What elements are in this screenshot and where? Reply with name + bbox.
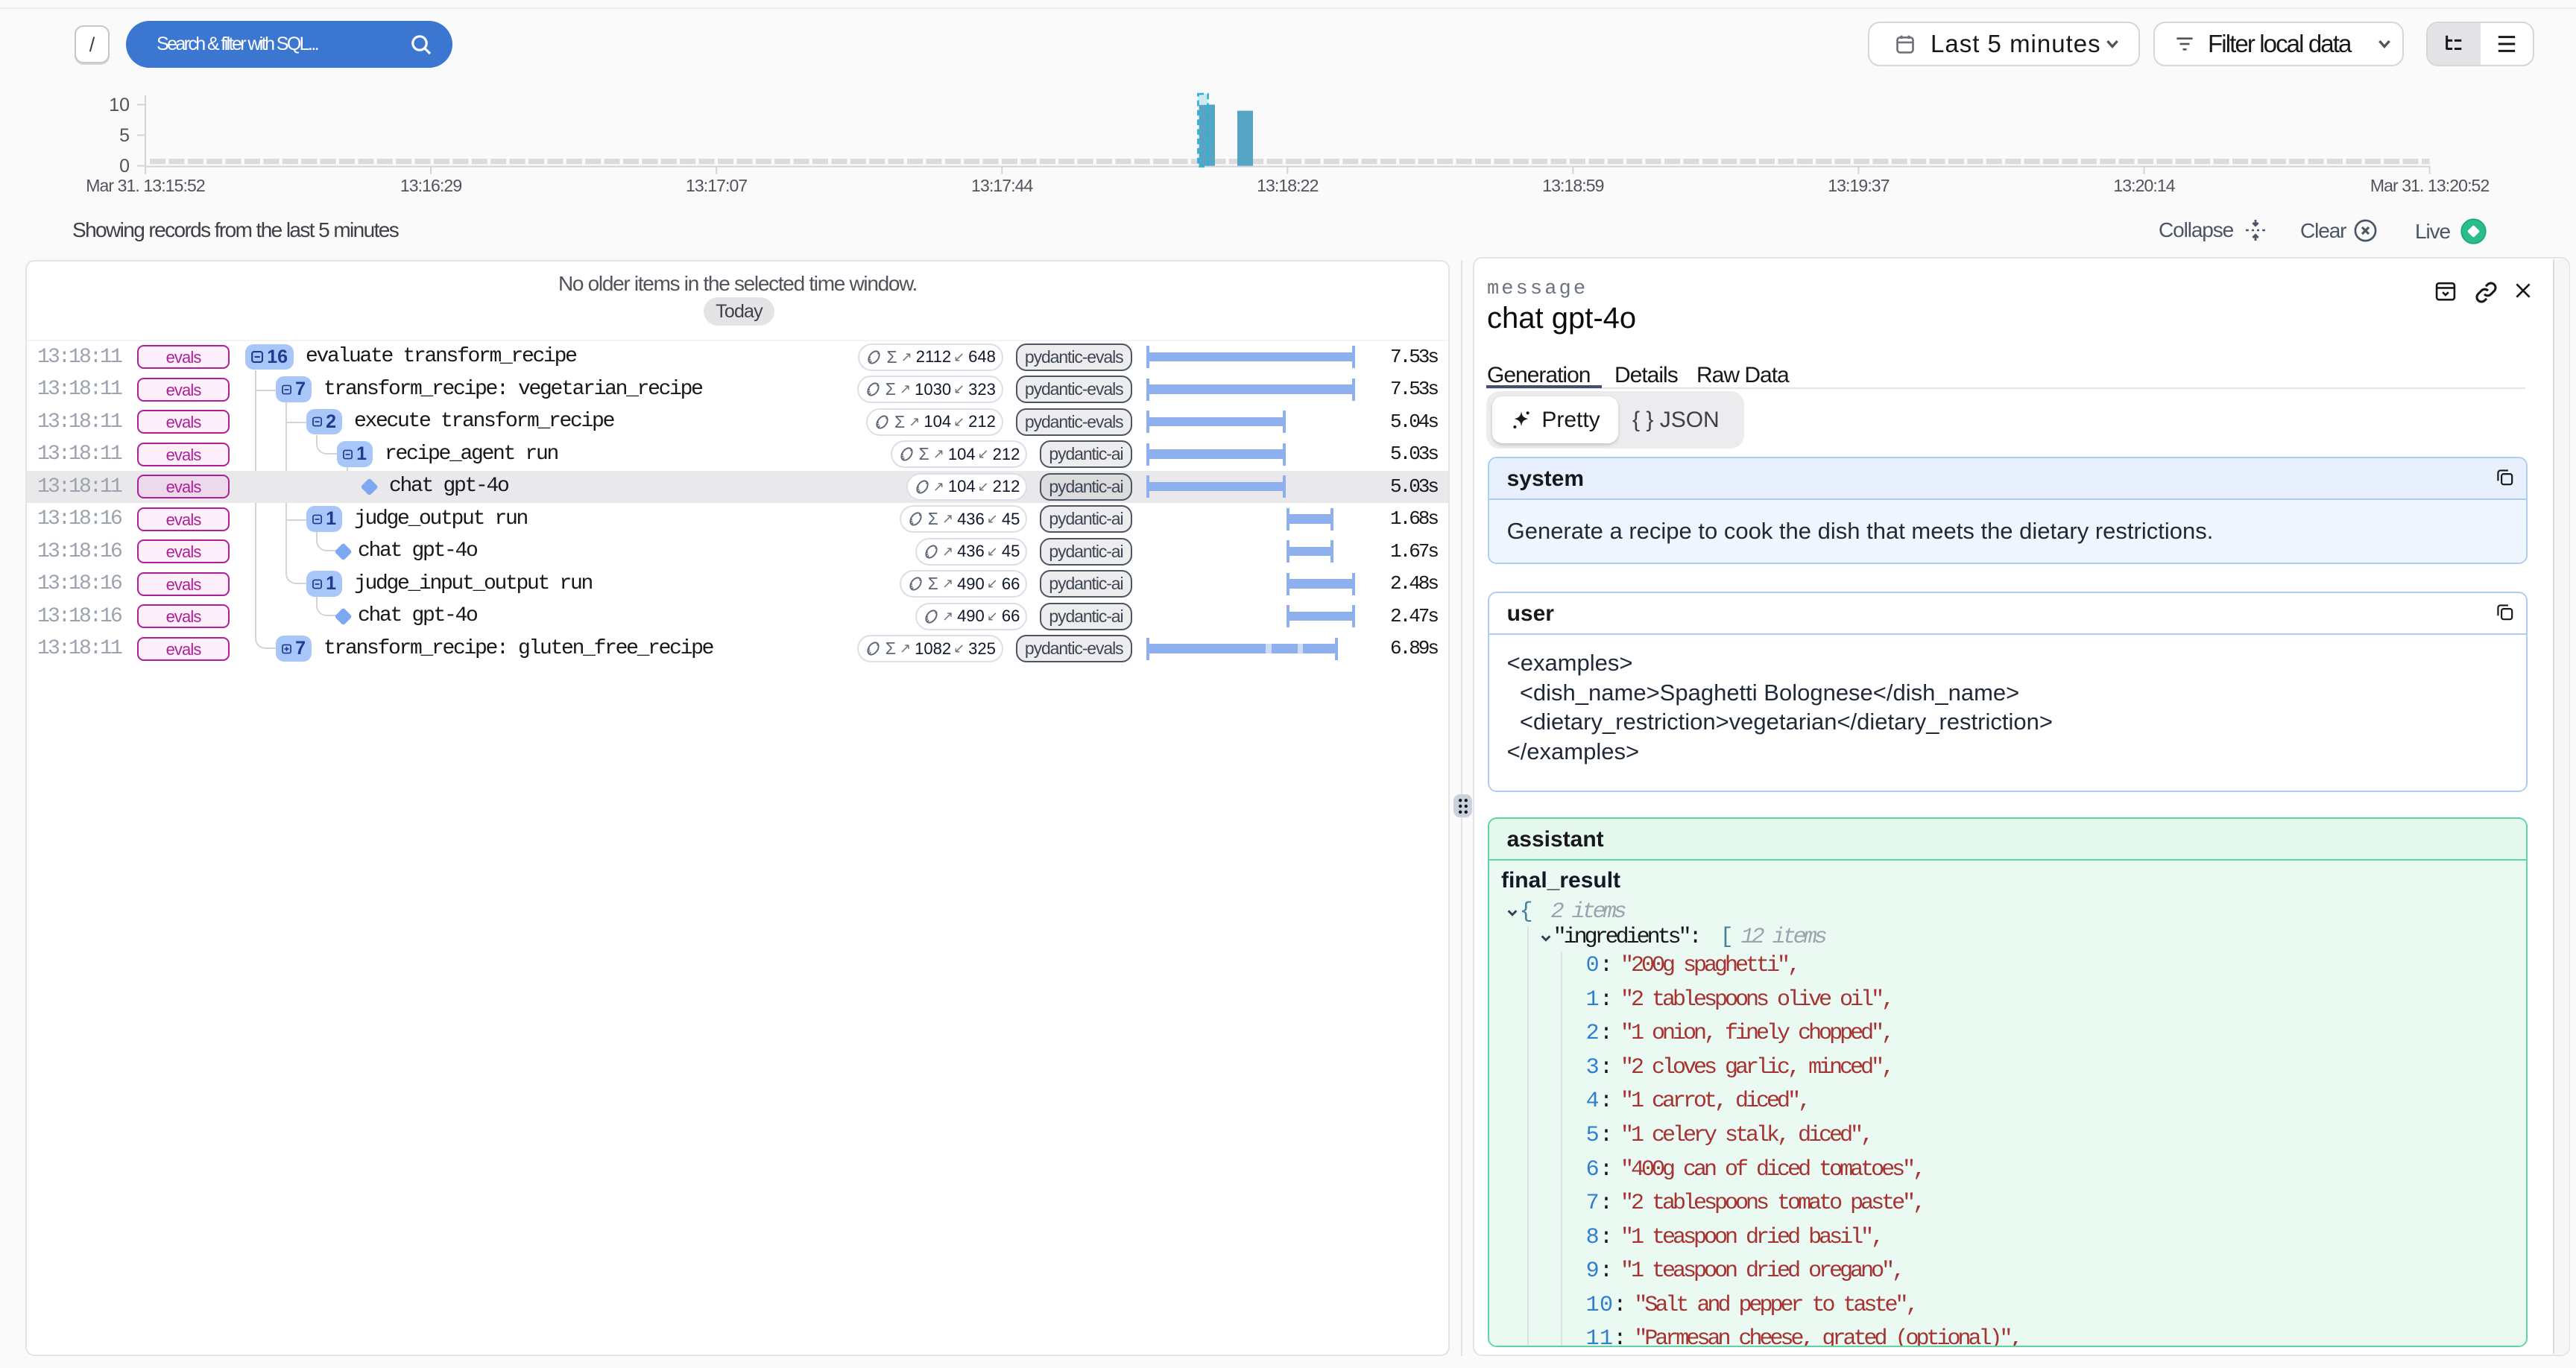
svg-text:5: 5 bbox=[119, 125, 130, 146]
svg-text:Mar 31. 13:20:52: Mar 31. 13:20:52 bbox=[2370, 176, 2490, 195]
svg-text:10: 10 bbox=[109, 95, 130, 115]
svg-text:13:20:14: 13:20:14 bbox=[2113, 176, 2175, 195]
svg-text:13:18:22: 13:18:22 bbox=[1257, 176, 1318, 195]
svg-text:Mar 31. 13:15:52: Mar 31. 13:15:52 bbox=[86, 176, 205, 195]
svg-text:13:17:44: 13:17:44 bbox=[971, 176, 1033, 195]
svg-text:13:16:29: 13:16:29 bbox=[400, 176, 461, 195]
svg-text:13:17:07: 13:17:07 bbox=[686, 176, 747, 195]
svg-text:13:19:37: 13:19:37 bbox=[1828, 176, 1889, 195]
svg-text:0: 0 bbox=[119, 156, 130, 177]
svg-text:13:18:59: 13:18:59 bbox=[1542, 176, 1603, 195]
